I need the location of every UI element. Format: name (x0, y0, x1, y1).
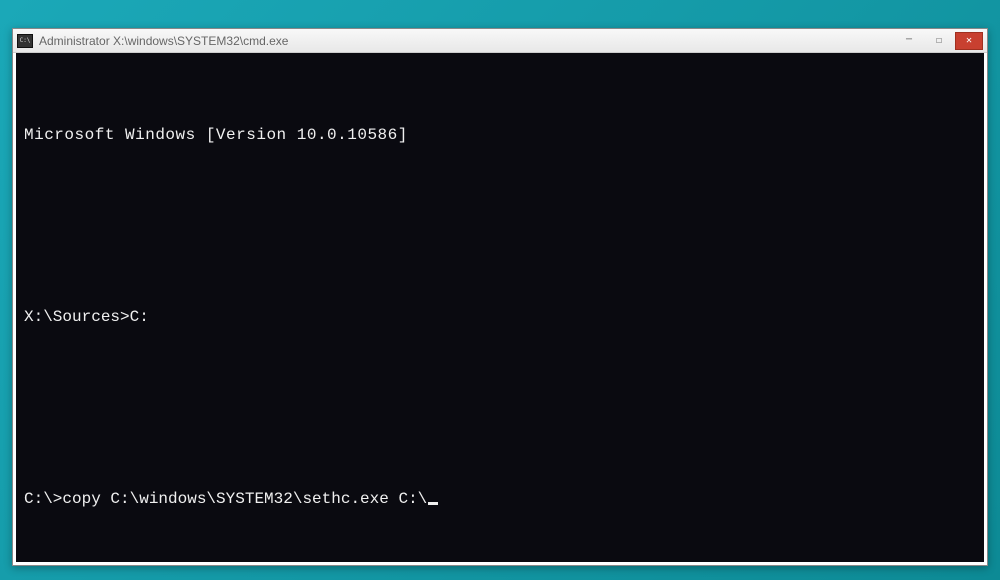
prompt-prefix: X:\Sources> (24, 302, 130, 332)
cmd-icon (17, 34, 33, 48)
console-blank-line (24, 393, 976, 423)
titlebar[interactable]: Administrator X:\windows\SYSTEM32\cmd.ex… (13, 29, 987, 53)
prompt-command: C: (130, 302, 149, 332)
window-title: Administrator X:\windows\SYSTEM32\cmd.ex… (39, 34, 895, 48)
minimize-button[interactable]: ─ (895, 32, 923, 50)
console-prompt-1: X:\Sources>C: (24, 302, 976, 332)
close-button[interactable]: ✕ (955, 32, 983, 50)
titlebar-buttons: ─ ☐ ✕ (895, 32, 983, 50)
console-blank-line (24, 211, 976, 241)
cmd-window: Administrator X:\windows\SYSTEM32\cmd.ex… (12, 28, 988, 566)
prompt-prefix: C:\> (24, 484, 62, 514)
prompt-command: copy C:\windows\SYSTEM32\sethc.exe C:\ (62, 484, 427, 514)
cursor-icon (428, 502, 438, 505)
console-prompt-2: C:\>copy C:\windows\SYSTEM32\sethc.exe C… (24, 484, 976, 514)
console-body[interactable]: Microsoft Windows [Version 10.0.10586] X… (16, 53, 984, 562)
maximize-button[interactable]: ☐ (925, 32, 953, 50)
console-version-line: Microsoft Windows [Version 10.0.10586] (24, 120, 976, 150)
